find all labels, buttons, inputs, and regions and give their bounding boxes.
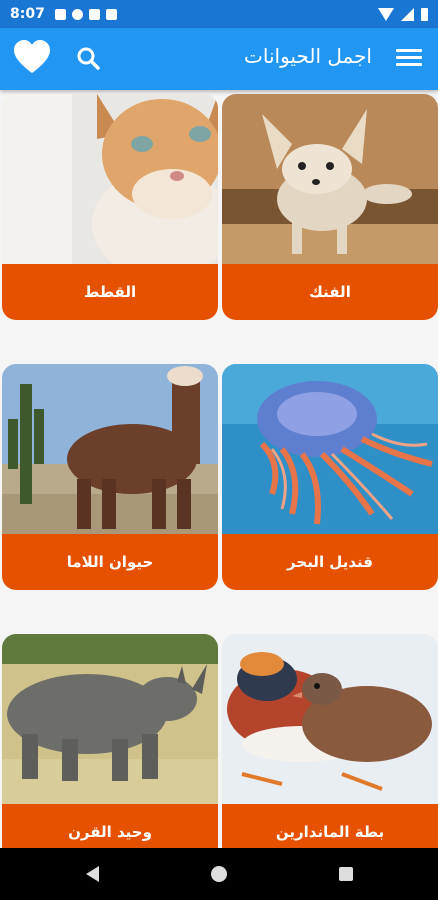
system-nav-bar bbox=[0, 848, 438, 900]
back-icon[interactable] bbox=[86, 866, 99, 882]
notification-icon bbox=[88, 8, 100, 20]
mandarin-duck-image bbox=[222, 634, 438, 804]
animal-card-label: قنديل البحر bbox=[222, 534, 438, 590]
app-title: اجمل الحيوانات bbox=[244, 44, 372, 68]
rhinoceros-image bbox=[2, 634, 218, 804]
animal-card-label: حيوان اللاما bbox=[2, 534, 218, 590]
notification-icon bbox=[71, 8, 83, 20]
menu-icon-bar bbox=[396, 63, 422, 66]
animal-card-llama[interactable]: حيوان اللاما bbox=[2, 364, 218, 590]
notification-icon bbox=[54, 8, 66, 20]
menu-icon-bar bbox=[396, 56, 422, 59]
menu-icon bbox=[396, 49, 422, 52]
notification-icon bbox=[105, 8, 117, 20]
animal-card-fennec[interactable]: الفنك bbox=[222, 94, 438, 320]
wifi-icon bbox=[378, 7, 394, 21]
animal-card-label: بطة الماندارين bbox=[222, 804, 438, 848]
battery-icon bbox=[421, 7, 428, 21]
animal-card-label: القطط bbox=[2, 264, 218, 320]
status-time: 8:07 bbox=[10, 6, 45, 22]
animal-card-rhinoceros[interactable]: وحيد القرن bbox=[2, 634, 218, 848]
cat-image bbox=[2, 94, 218, 264]
fennec-fox-image bbox=[222, 94, 438, 264]
animal-grid: الفنك القطط قنديل البحر حيوان اللاما بطة… bbox=[0, 90, 438, 848]
favorites-button[interactable] bbox=[12, 38, 52, 78]
animal-card-jellyfish[interactable]: قنديل البحر bbox=[222, 364, 438, 590]
heart-icon bbox=[14, 40, 50, 73]
animal-card-mandarin-duck[interactable]: بطة الماندارين bbox=[222, 634, 438, 848]
recent-apps-icon[interactable] bbox=[339, 867, 353, 881]
animal-card-label: الفنك bbox=[222, 264, 438, 320]
status-bar: 8:07 bbox=[0, 0, 438, 28]
home-icon[interactable] bbox=[211, 866, 227, 882]
menu-button[interactable] bbox=[396, 46, 422, 72]
app-bar: اجمل الحيوانات bbox=[0, 28, 438, 90]
animal-card-cat[interactable]: القطط bbox=[2, 94, 218, 320]
search-button[interactable] bbox=[74, 44, 104, 74]
signal-icon bbox=[401, 7, 414, 21]
llama-image bbox=[2, 364, 218, 534]
jellyfish-image bbox=[222, 364, 438, 534]
animal-card-label: وحيد القرن bbox=[2, 804, 218, 848]
search-icon bbox=[77, 47, 100, 70]
